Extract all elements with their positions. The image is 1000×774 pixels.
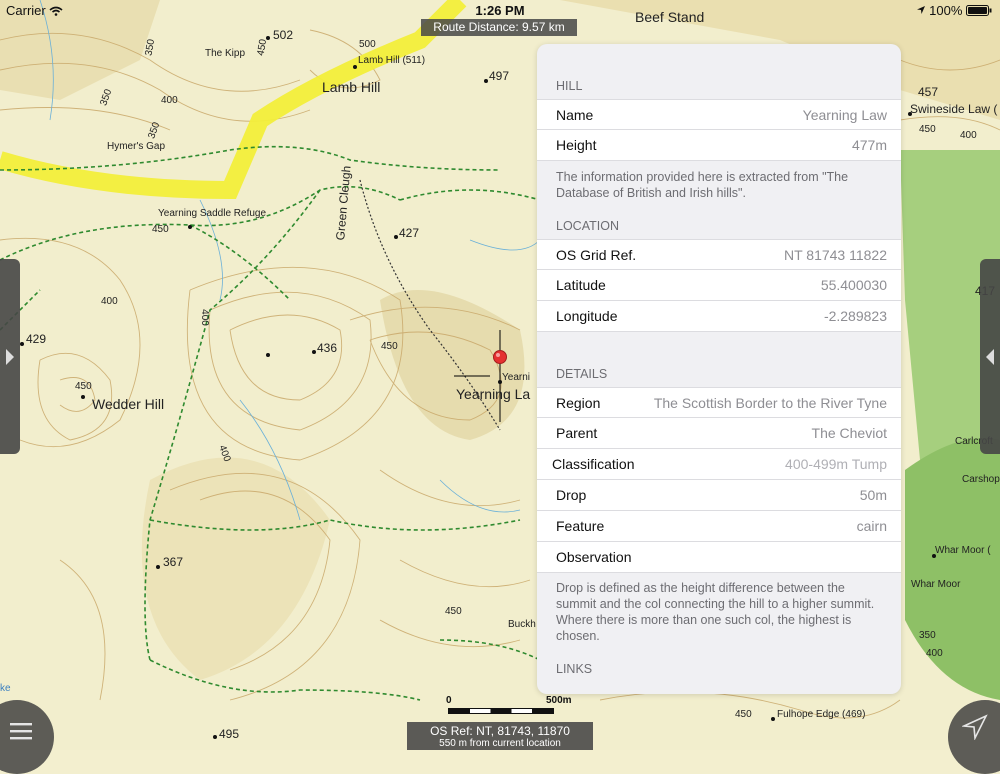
row-name: Name Yearning Law [537, 99, 901, 130]
region-value: The Scottish Border to the River Tyne [653, 394, 887, 411]
feature-label: Feature [556, 518, 605, 534]
battery-percent: 100% [929, 3, 963, 18]
map-label-yearning-law: Yearning La [456, 386, 531, 402]
left-drawer-tab[interactable] [0, 259, 20, 454]
longitude-value: -2.289823 [823, 308, 887, 324]
map-label-refuge: Yearning Saddle Refuge [158, 208, 267, 219]
map-label-495: 495 [219, 727, 240, 741]
height-label: Height [556, 137, 597, 153]
map-label-whar-moor-b: Whar Moor [911, 579, 961, 590]
section-header-hill: HILL [556, 79, 583, 93]
row-longitude: Longitude -2.289823 [537, 301, 901, 332]
contour-label-450c: 450 [75, 381, 92, 392]
contour-label-450f: 450 [735, 709, 752, 720]
parent-label: Parent [556, 425, 598, 441]
contour-label-450g: 450 [919, 124, 936, 135]
location-arrow-icon [916, 6, 925, 14]
row-height: Height 477m [537, 130, 901, 161]
row-latitude: Latitude 55.400030 [537, 270, 901, 301]
row-region: Region The Scottish Border to the River … [537, 387, 901, 418]
section-header-location: LOCATION [556, 219, 619, 233]
contour-label-400e: 400 [960, 130, 977, 141]
map-label-carshop: Carshop [962, 474, 1000, 485]
classification-label: Classification [552, 456, 635, 472]
grid-ref-label: OS Grid Ref. [556, 246, 637, 263]
route-distance-label: Route Distance: 9.57 km [421, 19, 577, 36]
hill-info-panel[interactable]: HILL Name Yearning Law Height 477m The i… [537, 44, 901, 694]
contour-label-450e: 450 [445, 606, 462, 617]
section-header-links: LINKS [556, 662, 593, 676]
hamburger-menu-icon [10, 723, 32, 740]
map-label-hymers-gap: Hymer's Gap [107, 141, 166, 152]
map-label-swineside: Swineside Law ( [910, 102, 998, 116]
height-value: 477m [851, 137, 887, 153]
map-label-367: 367 [163, 555, 184, 569]
contour-label-400b: 400 [101, 296, 118, 307]
drop-note: Drop is defined as the height difference… [556, 581, 875, 643]
source-note: The information provided here is extract… [556, 170, 849, 200]
row-grid-ref: OS Grid Ref. NT 81743 11822 [537, 239, 901, 270]
status-bar: Carrier 1:26 PM 100% [0, 0, 1000, 20]
map-label-457: 457 [918, 85, 939, 99]
section-header-details: DETAILS [556, 367, 608, 381]
latitude-value: 55.400030 [820, 277, 887, 293]
drop-value: 50m [859, 487, 887, 503]
map-label-fulhope: Fulhope Edge (469) [777, 709, 866, 720]
scale-end-label: 500m [546, 695, 572, 706]
observation-label: Observation [556, 549, 632, 565]
latitude-label: Latitude [556, 277, 606, 293]
contour-label-400: 400 [161, 95, 178, 106]
navigate-arrow-icon [962, 714, 988, 740]
scale-start-label: 0 [446, 695, 452, 706]
chevron-right-icon [6, 349, 14, 365]
scale-bar: 0 500m [446, 695, 576, 719]
os-ref-box: OS Ref: NT, 81743, 11870 550 m from curr… [407, 722, 593, 750]
region-label: Region [556, 394, 601, 411]
name-value: Yearning Law [802, 106, 887, 123]
map-label-lamb-hill-511: Lamb Hill (511) [358, 55, 426, 66]
map-label-the-kipp: The Kipp [205, 48, 246, 59]
map-label-yearning-small: Yearni [502, 372, 530, 383]
distance-from-location: 550 m from current location [439, 738, 561, 749]
status-time: 1:26 PM [475, 3, 525, 18]
map-label-497: 497 [489, 69, 510, 83]
map-label-lamb-hill: Lamb Hill [322, 79, 381, 95]
map-label-buckh: Buckh [508, 619, 536, 630]
classification-value: 400-499m Tump [785, 456, 887, 472]
battery-icon [966, 5, 992, 16]
drop-label: Drop [556, 487, 587, 503]
map-label-427: 427 [399, 226, 420, 240]
map-label-429: 429 [26, 332, 47, 346]
right-drawer-tab[interactable] [980, 259, 1000, 454]
row-observation[interactable]: Observation [537, 542, 901, 573]
map-label-whar-moor-a: Whar Moor ( [935, 545, 991, 556]
contour-label-400f: 400 [926, 648, 943, 659]
row-classification: Classification 400-499m Tump [537, 449, 901, 480]
map-label-502: 502 [273, 28, 294, 42]
status-right: 100% [916, 3, 993, 18]
map-pin-icon[interactable] [492, 349, 508, 371]
os-ref-label: OS Ref: NT, 81743, 11870 [430, 724, 570, 738]
contour-label-500: 500 [359, 39, 376, 50]
chevron-left-icon [986, 349, 994, 365]
row-drop: Drop 50m [537, 480, 901, 511]
contour-label-450b: 450 [152, 224, 169, 235]
map-label-436: 436 [317, 341, 338, 355]
contour-label-350d: 350 [919, 630, 936, 641]
name-label: Name [556, 106, 594, 123]
contour-label-400c: 400 [198, 309, 210, 326]
map-label-ke: ke [0, 683, 11, 694]
feature-value: cairn [856, 518, 887, 534]
contour-label-450d: 450 [381, 341, 398, 352]
grid-ref-value: NT 81743 11822 [783, 246, 887, 263]
row-parent[interactable]: Parent The Cheviot [537, 418, 901, 449]
row-feature: Feature cairn [537, 511, 901, 542]
parent-value[interactable]: The Cheviot [812, 425, 887, 441]
longitude-label: Longitude [556, 308, 618, 324]
map-label-wedder-hill: Wedder Hill [92, 396, 165, 412]
